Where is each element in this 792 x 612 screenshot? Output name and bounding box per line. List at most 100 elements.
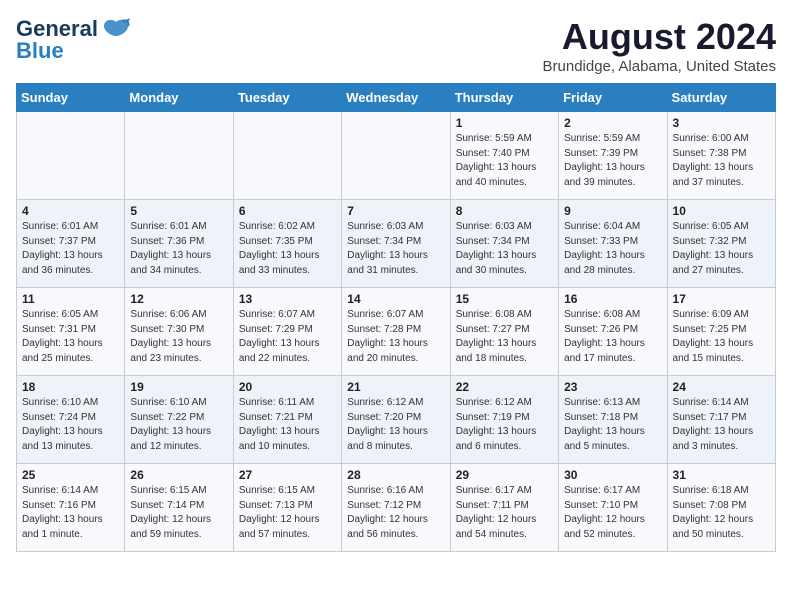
- calendar-cell: 19 Sunrise: 6:10 AM Sunset: 7:22 PM Dayli…: [125, 376, 233, 464]
- calendar-cell: 2 Sunrise: 5:59 AM Sunset: 7:39 PM Daylig…: [559, 112, 667, 200]
- day-info: Sunrise: 6:01 AM Sunset: 7:37 PM Dayligh…: [22, 220, 119, 278]
- day-number: 28: [347, 468, 444, 482]
- calendar-cell: 24 Sunrise: 6:14 AM Sunset: 7:17 PM Dayli…: [667, 376, 775, 464]
- header: General Blue August 2024 Brundidge, Alab…: [16, 16, 776, 75]
- calendar-cell: 11 Sunrise: 6:05 AM Sunset: 7:31 PM Dayli…: [17, 288, 125, 376]
- calendar-cell: 30 Sunrise: 6:17 AM Sunset: 7:10 PM Dayli…: [559, 464, 667, 552]
- day-number: 30: [564, 468, 661, 482]
- calendar-cell: 9 Sunrise: 6:04 AM Sunset: 7:33 PM Daylig…: [559, 200, 667, 288]
- day-info: Sunrise: 6:08 AM Sunset: 7:27 PM Dayligh…: [456, 308, 553, 366]
- day-number: 19: [130, 380, 227, 394]
- day-number: 14: [347, 292, 444, 306]
- calendar-week-row: 4Sunrise: 6:01 AM Sunset: 7:37 PM Daylig…: [17, 200, 776, 288]
- calendar-cell: 13 Sunrise: 6:07 AM Sunset: 7:29 PM Dayli…: [233, 288, 341, 376]
- day-info: Sunrise: 5:59 AM Sunset: 7:40 PM Dayligh…: [456, 132, 553, 190]
- calendar-cell: 16 Sunrise: 6:08 AM Sunset: 7:26 PM Dayli…: [559, 288, 667, 376]
- calendar-week-row: 18 Sunrise: 6:10 AM Sunset: 7:24 PM Dayli…: [17, 376, 776, 464]
- day-number: 1: [456, 116, 553, 130]
- day-number: 11: [22, 292, 119, 306]
- calendar-table: SundayMondayTuesdayWednesdayThursdayFrid…: [16, 83, 776, 552]
- calendar-cell: 1 Sunrise: 5:59 AM Sunset: 7:40 PM Daylig…: [450, 112, 558, 200]
- calendar-week-row: 25 Sunrise: 6:14 AM Sunset: 7:16 PM Dayli…: [17, 464, 776, 552]
- day-info: Sunrise: 6:17 AM Sunset: 7:10 PM Dayligh…: [564, 484, 661, 542]
- day-info: Sunrise: 6:04 AM Sunset: 7:33 PM Dayligh…: [564, 220, 661, 278]
- calendar-cell: 6 Sunrise: 6:02 AM Sunset: 7:35 PM Daylig…: [233, 200, 341, 288]
- calendar-cell: 28 Sunrise: 6:16 AM Sunset: 7:12 PM Dayli…: [342, 464, 450, 552]
- day-info: Sunrise: 6:03 AM Sunset: 7:34 PM Dayligh…: [456, 220, 553, 278]
- day-number: 29: [456, 468, 553, 482]
- title-area: August 2024 Brundidge, Alabama, United S…: [543, 16, 776, 75]
- day-number: 6: [239, 204, 336, 218]
- calendar-cell: 7Sunrise: 6:03 AM Sunset: 7:34 PM Daylig…: [342, 200, 450, 288]
- calendar-cell: [342, 112, 450, 200]
- day-number: 8: [456, 204, 553, 218]
- day-info: Sunrise: 6:05 AM Sunset: 7:32 PM Dayligh…: [673, 220, 770, 278]
- day-info: Sunrise: 6:15 AM Sunset: 7:14 PM Dayligh…: [130, 484, 227, 542]
- calendar-cell: 25 Sunrise: 6:14 AM Sunset: 7:16 PM Dayli…: [17, 464, 125, 552]
- calendar-cell: 15 Sunrise: 6:08 AM Sunset: 7:27 PM Dayli…: [450, 288, 558, 376]
- day-info: Sunrise: 5:59 AM Sunset: 7:39 PM Dayligh…: [564, 132, 661, 190]
- day-number: 21: [347, 380, 444, 394]
- calendar-week-row: 11 Sunrise: 6:05 AM Sunset: 7:31 PM Dayli…: [17, 288, 776, 376]
- day-header-wednesday: Wednesday: [342, 84, 450, 112]
- day-number: 22: [456, 380, 553, 394]
- day-info: Sunrise: 6:08 AM Sunset: 7:26 PM Dayligh…: [564, 308, 661, 366]
- calendar-cell: 14 Sunrise: 6:07 AM Sunset: 7:28 PM Dayli…: [342, 288, 450, 376]
- logo-text-blue: Blue: [16, 38, 64, 64]
- day-info: Sunrise: 6:06 AM Sunset: 7:30 PM Dayligh…: [130, 308, 227, 366]
- day-number: 13: [239, 292, 336, 306]
- day-info: Sunrise: 6:18 AM Sunset: 7:08 PM Dayligh…: [673, 484, 770, 542]
- calendar-cell: 21 Sunrise: 6:12 AM Sunset: 7:20 PM Dayli…: [342, 376, 450, 464]
- calendar-title: August 2024: [543, 16, 776, 58]
- calendar-cell: 27 Sunrise: 6:15 AM Sunset: 7:13 PM Dayli…: [233, 464, 341, 552]
- day-number: 9: [564, 204, 661, 218]
- day-info: Sunrise: 6:07 AM Sunset: 7:28 PM Dayligh…: [347, 308, 444, 366]
- day-info: Sunrise: 6:13 AM Sunset: 7:18 PM Dayligh…: [564, 396, 661, 454]
- day-info: Sunrise: 6:14 AM Sunset: 7:16 PM Dayligh…: [22, 484, 119, 542]
- day-number: 17: [673, 292, 770, 306]
- day-info: Sunrise: 6:15 AM Sunset: 7:13 PM Dayligh…: [239, 484, 336, 542]
- day-number: 23: [564, 380, 661, 394]
- calendar-cell: 8 Sunrise: 6:03 AM Sunset: 7:34 PM Daylig…: [450, 200, 558, 288]
- day-info: Sunrise: 6:01 AM Sunset: 7:36 PM Dayligh…: [130, 220, 227, 278]
- calendar-cell: 17 Sunrise: 6:09 AM Sunset: 7:25 PM Dayli…: [667, 288, 775, 376]
- calendar-cell: 26 Sunrise: 6:15 AM Sunset: 7:14 PM Dayli…: [125, 464, 233, 552]
- day-info: Sunrise: 6:10 AM Sunset: 7:24 PM Dayligh…: [22, 396, 119, 454]
- day-number: 24: [673, 380, 770, 394]
- day-number: 10: [673, 204, 770, 218]
- day-number: 12: [130, 292, 227, 306]
- day-info: Sunrise: 6:11 AM Sunset: 7:21 PM Dayligh…: [239, 396, 336, 454]
- calendar-cell: 23 Sunrise: 6:13 AM Sunset: 7:18 PM Dayli…: [559, 376, 667, 464]
- day-number: 2: [564, 116, 661, 130]
- day-header-monday: Monday: [125, 84, 233, 112]
- day-info: Sunrise: 6:12 AM Sunset: 7:20 PM Dayligh…: [347, 396, 444, 454]
- day-header-sunday: Sunday: [17, 84, 125, 112]
- day-info: Sunrise: 6:05 AM Sunset: 7:31 PM Dayligh…: [22, 308, 119, 366]
- day-header-tuesday: Tuesday: [233, 84, 341, 112]
- day-number: 27: [239, 468, 336, 482]
- day-info: Sunrise: 6:03 AM Sunset: 7:34 PM Dayligh…: [347, 220, 444, 278]
- day-info: Sunrise: 6:07 AM Sunset: 7:29 PM Dayligh…: [239, 308, 336, 366]
- day-info: Sunrise: 6:14 AM Sunset: 7:17 PM Dayligh…: [673, 396, 770, 454]
- logo: General Blue: [16, 16, 130, 64]
- day-info: Sunrise: 6:12 AM Sunset: 7:19 PM Dayligh…: [456, 396, 553, 454]
- day-number: 18: [22, 380, 119, 394]
- calendar-cell: [17, 112, 125, 200]
- day-info: Sunrise: 6:00 AM Sunset: 7:38 PM Dayligh…: [673, 132, 770, 190]
- day-header-thursday: Thursday: [450, 84, 558, 112]
- day-header-saturday: Saturday: [667, 84, 775, 112]
- calendar-cell: 12 Sunrise: 6:06 AM Sunset: 7:30 PM Dayli…: [125, 288, 233, 376]
- day-info: Sunrise: 6:09 AM Sunset: 7:25 PM Dayligh…: [673, 308, 770, 366]
- day-info: Sunrise: 6:10 AM Sunset: 7:22 PM Dayligh…: [130, 396, 227, 454]
- day-info: Sunrise: 6:16 AM Sunset: 7:12 PM Dayligh…: [347, 484, 444, 542]
- calendar-body: 1 Sunrise: 5:59 AM Sunset: 7:40 PM Daylig…: [17, 112, 776, 552]
- day-number: 26: [130, 468, 227, 482]
- day-number: 15: [456, 292, 553, 306]
- calendar-cell: 18 Sunrise: 6:10 AM Sunset: 7:24 PM Dayli…: [17, 376, 125, 464]
- day-info: Sunrise: 6:02 AM Sunset: 7:35 PM Dayligh…: [239, 220, 336, 278]
- day-info: Sunrise: 6:17 AM Sunset: 7:11 PM Dayligh…: [456, 484, 553, 542]
- calendar-cell: 4Sunrise: 6:01 AM Sunset: 7:37 PM Daylig…: [17, 200, 125, 288]
- day-number: 16: [564, 292, 661, 306]
- day-number: 25: [22, 468, 119, 482]
- calendar-cell: 29 Sunrise: 6:17 AM Sunset: 7:11 PM Dayli…: [450, 464, 558, 552]
